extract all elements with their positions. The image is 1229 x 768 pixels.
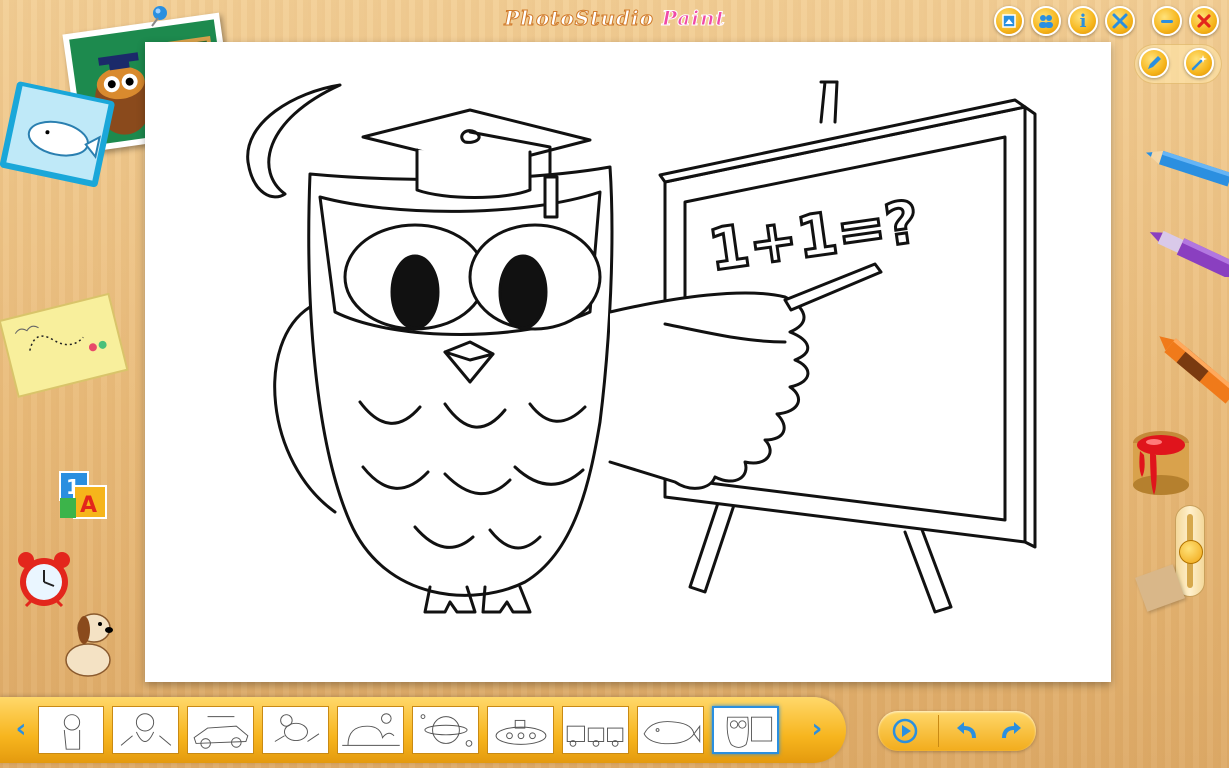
pencil-tool[interactable] xyxy=(1139,48,1169,78)
scroll-left-button[interactable]: ‹ xyxy=(10,714,32,744)
thumb-car[interactable] xyxy=(187,706,254,754)
abc-blocks-icon[interactable]: 1 A xyxy=(56,468,112,524)
alarm-clock-icon[interactable] xyxy=(12,548,76,612)
thumb-submarine[interactable] xyxy=(487,706,554,754)
dog-icon[interactable] xyxy=(54,604,118,680)
thumb-elephant[interactable] xyxy=(337,706,404,754)
app-title-part2: Paint xyxy=(653,6,726,31)
gallery-button[interactable] xyxy=(1031,6,1061,36)
redo-button[interactable] xyxy=(994,716,1024,746)
thumb-partial-image xyxy=(63,714,81,750)
dot-to-dot-book-icon[interactable] xyxy=(0,292,130,402)
thumb-owl[interactable] xyxy=(712,706,779,754)
redo-icon xyxy=(1002,722,1021,738)
thumb-car-image xyxy=(193,716,249,749)
app-title: PhotoStudio Paint xyxy=(500,6,730,32)
wrench-screwdriver-icon xyxy=(1112,13,1128,29)
thumb-partial[interactable] xyxy=(38,706,104,754)
play-button[interactable] xyxy=(890,716,920,746)
thumb-train[interactable] xyxy=(562,706,629,754)
frame-icon xyxy=(1002,14,1016,28)
whale-book-icon[interactable] xyxy=(0,80,115,200)
app-title-part1: PhotoStudio xyxy=(504,6,654,31)
slider-knob[interactable] xyxy=(1179,540,1203,564)
crayon-orange[interactable] xyxy=(1150,315,1229,410)
minimize-icon xyxy=(1161,20,1173,23)
marker-purple[interactable] xyxy=(1144,222,1229,277)
close-button[interactable] xyxy=(1189,6,1219,36)
magic-wand-icon xyxy=(1191,55,1207,71)
pushpin-icon xyxy=(151,6,167,27)
minimize-button[interactable] xyxy=(1152,6,1182,36)
pencil-icon xyxy=(1148,56,1161,69)
undo-icon xyxy=(957,722,976,738)
thumb-bee[interactable] xyxy=(262,706,329,754)
thumbnail-strip: ‹ › xyxy=(0,697,846,763)
controls-separator xyxy=(938,715,939,747)
thumb-elephant-image xyxy=(342,713,400,746)
info-button[interactable]: i xyxy=(1068,6,1098,36)
thumb-whale[interactable] xyxy=(637,706,704,754)
magic-wand-tool[interactable] xyxy=(1184,48,1214,78)
drawing-canvas[interactable]: 1+1=? xyxy=(145,42,1111,682)
picture-frame-button[interactable] xyxy=(994,6,1024,36)
thumb-submarine-image xyxy=(495,719,547,745)
svg-text:A: A xyxy=(80,493,97,518)
thumb-whale-image xyxy=(643,721,701,745)
tools-button[interactable] xyxy=(1105,6,1135,36)
undo-button[interactable] xyxy=(954,716,984,746)
chevron-right-icon: › xyxy=(811,714,823,744)
thumb-train-image xyxy=(566,725,624,747)
people-icon xyxy=(1039,15,1053,28)
owl-line-art[interactable]: 1+1=? xyxy=(145,42,1111,682)
chevron-left-icon: ‹ xyxy=(15,714,27,744)
thumb-space-image xyxy=(420,714,473,747)
scroll-right-button[interactable]: › xyxy=(806,714,828,744)
thumb-monkey-image xyxy=(120,713,172,746)
play-icon xyxy=(902,725,911,737)
playback-controls xyxy=(878,711,1036,751)
colored-pencil-blue[interactable] xyxy=(1140,140,1229,190)
thumb-monkey[interactable] xyxy=(112,706,179,754)
thumb-space[interactable] xyxy=(412,706,479,754)
close-icon xyxy=(1197,14,1211,28)
thumb-owl-image xyxy=(726,716,773,748)
info-icon: i xyxy=(1079,10,1087,32)
thumb-bee-image xyxy=(274,714,320,742)
paint-bucket-red[interactable] xyxy=(1128,415,1198,500)
